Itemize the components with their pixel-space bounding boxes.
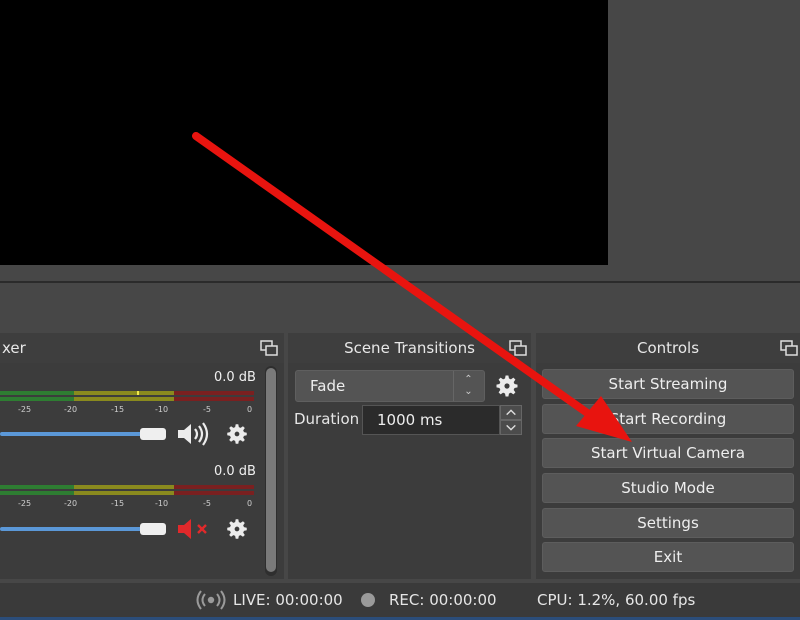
duration-input[interactable]: 1000 ms <box>362 405 500 435</box>
studio-mode-button[interactable]: Studio Mode <box>542 473 794 503</box>
start-virtual-camera-button[interactable]: Start Virtual Camera <box>542 438 794 468</box>
speaker-icon[interactable] <box>176 421 212 447</box>
mixer-scrollbar-thumb[interactable] <box>266 368 276 572</box>
channel-1-volume-meter <box>0 391 254 395</box>
tick-label: -25 <box>18 405 32 414</box>
exit-button[interactable]: Exit <box>542 542 794 572</box>
channel-2-tick-labels: -25 -20 -15 -10 -5 0 <box>0 499 256 509</box>
chevron-up-icon[interactable] <box>500 405 522 420</box>
controls-dock-title: Controls <box>536 333 800 363</box>
live-time: LIVE: 00:00:00 <box>233 591 343 609</box>
tick-label: -20 <box>64 405 78 414</box>
channel-2-volume-meter-r <box>0 491 254 495</box>
status-bar: LIVE: 00:00:00 REC: 00:00:00 CPU: 1.2%, … <box>0 583 800 617</box>
undock-icon[interactable] <box>780 340 798 356</box>
scene-transitions-title-text: Scene Transitions <box>344 339 475 357</box>
tick-label: -5 <box>203 405 211 414</box>
broadcast-icon <box>196 590 226 610</box>
channel-1-volume-slider[interactable] <box>0 432 142 436</box>
gear-icon[interactable] <box>224 516 250 542</box>
dock-splitter[interactable] <box>0 281 800 283</box>
rec-time: REC: 00:00:00 <box>389 591 497 609</box>
tick-label: -10 <box>155 499 169 508</box>
scene-transitions-dock-title: Scene Transitions <box>288 333 531 363</box>
channel-1-volume-meter-r <box>0 397 254 401</box>
tick-label: -15 <box>111 405 125 414</box>
audio-mixer-dock-title: xer <box>0 333 284 363</box>
channel-1-db-label: 0.0 dB <box>214 370 256 385</box>
cpu-fps: CPU: 1.2%, 60.00 fps <box>537 591 696 609</box>
start-streaming-button[interactable]: Start Streaming <box>542 369 794 399</box>
channel-2-volume-meter <box>0 485 254 489</box>
tick-label: -5 <box>203 499 211 508</box>
settings-button[interactable]: Settings <box>542 508 794 538</box>
record-dot-icon <box>361 593 375 607</box>
duration-label: Duration <box>294 410 360 428</box>
chevron-updown-icon[interactable]: ⌃ ⌄ <box>453 371 483 401</box>
tick-label: 0 <box>247 405 253 414</box>
undock-icon[interactable] <box>260 340 278 356</box>
tick-label: -10 <box>155 405 169 414</box>
gear-icon[interactable] <box>224 421 250 447</box>
channel-2-db-label: 0.0 dB <box>214 464 256 479</box>
tick-label: 0 <box>247 499 253 508</box>
gear-icon[interactable] <box>493 372 521 400</box>
tick-label: -25 <box>18 499 32 508</box>
chevron-down-icon[interactable] <box>500 420 522 435</box>
speaker-muted-icon[interactable] <box>176 516 212 542</box>
audio-mixer-title-text: xer <box>2 339 26 357</box>
channel-1-volume-handle[interactable] <box>140 428 166 440</box>
channel-1-tick-labels: -25 -20 -15 -10 -5 0 <box>0 405 256 415</box>
tick-label: -20 <box>64 499 78 508</box>
start-recording-button[interactable]: Start Recording <box>542 404 794 434</box>
preview-canvas[interactable] <box>0 0 608 265</box>
channel-2-volume-handle[interactable] <box>140 523 166 535</box>
channel-2-volume-slider[interactable] <box>0 527 142 531</box>
controls-title-text: Controls <box>636 339 700 357</box>
tick-label: -15 <box>111 499 125 508</box>
undock-icon[interactable] <box>509 340 527 356</box>
